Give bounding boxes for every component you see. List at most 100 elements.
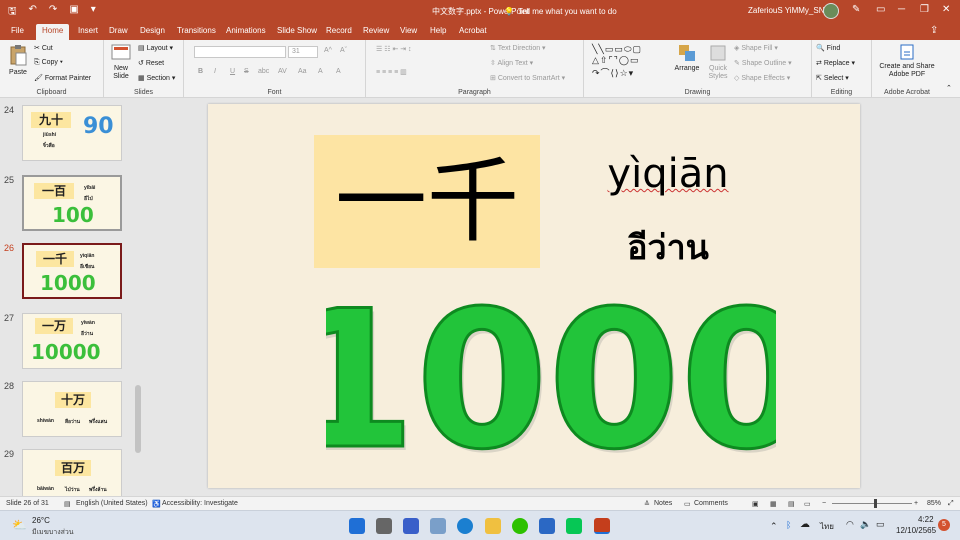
- tab-design[interactable]: Design: [140, 26, 165, 35]
- accessibility-icon[interactable]: ♿: [152, 500, 161, 508]
- slide-thumbnail[interactable]: 九十 jiǔshí จิ๋วสือ 90: [22, 105, 122, 161]
- battery-icon[interactable]: ▭: [876, 519, 885, 530]
- photos-app-icon[interactable]: [430, 518, 446, 534]
- shapes-gallery[interactable]: ╲╲▭▭⬭▢ △⇧⌜⌝◯▭ ↷⌒⟨⟩☆▾: [592, 44, 642, 79]
- layout-button[interactable]: ▤ Layout ▾: [138, 44, 173, 52]
- bullets-icon[interactable]: ☰ ☷ ⇤ ⇥ ↕: [376, 45, 412, 53]
- tab-insert[interactable]: Insert: [78, 26, 98, 35]
- find-button[interactable]: 🔍 Find: [816, 44, 840, 52]
- cut-button[interactable]: ✂ Cut: [34, 44, 53, 52]
- text-shadow-button[interactable]: abc: [258, 68, 269, 75]
- slide-sorter-icon[interactable]: ▦: [770, 500, 777, 508]
- account-name[interactable]: ZaferiouS YiMMy_SN: [748, 6, 824, 15]
- italic-button[interactable]: I: [214, 68, 216, 75]
- highlight-button[interactable]: A: [318, 68, 323, 75]
- thumbnail-row[interactable]: 25 一百 yībǎi อีไป่ 100: [0, 175, 140, 233]
- normal-view-icon[interactable]: ▣: [752, 500, 759, 508]
- minimize-button[interactable]: ─: [898, 4, 905, 15]
- tab-transitions[interactable]: Transitions: [177, 26, 216, 35]
- slideshow-icon[interactable]: ▭: [804, 500, 811, 508]
- select-button[interactable]: ⇱ Select ▾: [816, 74, 849, 82]
- wifi-icon[interactable]: ◠: [846, 519, 854, 530]
- line-app-icon[interactable]: [566, 518, 582, 534]
- reset-button[interactable]: ↺ Reset: [138, 59, 164, 67]
- share-icon[interactable]: ⇪: [930, 25, 938, 36]
- tell-me-box[interactable]: 💡 Tell me what you want to do: [504, 3, 617, 19]
- tab-file[interactable]: File: [11, 26, 24, 35]
- thumbnail-row[interactable]: 26 一千 yìqiān อีเชียน 1000: [0, 243, 140, 301]
- bold-button[interactable]: B: [198, 68, 203, 75]
- calendar-app-icon[interactable]: [403, 518, 419, 534]
- zoom-level[interactable]: 85%: [927, 500, 941, 507]
- notes-button[interactable]: Notes: [654, 500, 672, 507]
- tab-slide-show[interactable]: Slide Show: [277, 26, 317, 35]
- edge-icon[interactable]: [457, 518, 473, 534]
- wechat-icon[interactable]: [512, 518, 528, 534]
- fit-slide-icon[interactable]: ⤢: [948, 500, 954, 508]
- align-text-button[interactable]: ⇳ Align Text ▾: [490, 59, 533, 67]
- slide-thumbnail[interactable]: 一万 yīwàn อีว่าน 10000: [22, 313, 122, 369]
- tab-record[interactable]: Record: [326, 26, 352, 35]
- zoom-in-button[interactable]: +: [914, 500, 918, 507]
- zoom-slider[interactable]: [832, 503, 912, 504]
- customize-qat-icon[interactable]: ▾: [91, 4, 96, 21]
- convert-smartart-button[interactable]: ⊞ Convert to SmartArt ▾: [490, 74, 565, 82]
- file-explorer-icon[interactable]: [485, 518, 501, 534]
- avatar[interactable]: [823, 3, 839, 19]
- start-icon[interactable]: [349, 518, 365, 534]
- spelling-icon[interactable]: ▤: [64, 500, 71, 508]
- notification-badge[interactable]: 5: [938, 519, 950, 531]
- slide-thumbnail-current[interactable]: 一千 yìqiān อีเชียน 1000: [22, 243, 122, 299]
- tab-view[interactable]: View: [400, 26, 417, 35]
- collapse-ribbon-icon[interactable]: ⌃: [946, 84, 952, 92]
- number-graphic[interactable]: 1000 1000: [326, 300, 776, 460]
- font-color-button[interactable]: A: [336, 68, 341, 75]
- copy-button[interactable]: ⎘ Copy ▾: [34, 59, 63, 67]
- pen-icon[interactable]: ✎: [852, 4, 860, 15]
- tab-home[interactable]: Home: [36, 24, 70, 40]
- language-status[interactable]: English (United States): [76, 500, 148, 507]
- accessibility-status[interactable]: Accessibility: Investigate: [162, 500, 238, 507]
- thumbnail-row[interactable]: 24 九十 jiǔshí จิ๋วสือ 90: [0, 105, 140, 163]
- thai-text[interactable]: อีว่าน: [588, 220, 748, 274]
- zoom-out-button[interactable]: −: [822, 500, 826, 507]
- char-spacing-button[interactable]: AV: [278, 68, 287, 75]
- cloud-icon[interactable]: ☁: [800, 519, 810, 530]
- task-view-icon[interactable]: [376, 518, 392, 534]
- replace-button[interactable]: ⇄ Replace ▾: [816, 59, 855, 67]
- shape-effects-button[interactable]: ◇ Shape Effects ▾: [734, 74, 790, 82]
- volume-icon[interactable]: 🔈: [860, 519, 871, 530]
- thumbnail-scroll-thumb[interactable]: [135, 385, 141, 453]
- undo-icon[interactable]: ↶: [29, 4, 37, 21]
- bluetooth-icon[interactable]: ᛒ: [786, 520, 791, 530]
- arrange-button[interactable]: Arrange: [672, 44, 702, 73]
- powerpoint-taskbar-icon[interactable]: [594, 518, 610, 534]
- tab-review[interactable]: Review: [363, 26, 389, 35]
- grow-font-icon[interactable]: A^: [324, 47, 332, 54]
- paste-button[interactable]: Paste: [6, 44, 30, 77]
- shape-fill-button[interactable]: ◈ Shape Fill ▾: [734, 44, 778, 52]
- align-icons[interactable]: ≡ ≡ ≡ ≡ ▥: [376, 68, 407, 76]
- ribbon-display-icon[interactable]: ▭: [876, 4, 885, 15]
- new-slide-button[interactable]: New Slide: [108, 44, 134, 81]
- text-direction-button[interactable]: ⇅ Text Direction ▾: [490, 44, 546, 52]
- shape-outline-button[interactable]: ✎ Shape Outline ▾: [734, 59, 792, 67]
- slide-thumbnail[interactable]: 十万 shíwàn สือว่าน พรึ่งแสน: [22, 381, 122, 437]
- quick-styles-button[interactable]: Quick Styles: [704, 44, 732, 81]
- hanzi-text[interactable]: 一千: [314, 135, 540, 268]
- thumbnail-row[interactable]: 27 一万 yīwàn อีว่าน 10000: [0, 313, 140, 371]
- close-button[interactable]: ✕: [942, 4, 950, 15]
- tab-acrobat[interactable]: Acrobat: [459, 26, 487, 35]
- start-from-beginning-icon[interactable]: ▣: [69, 4, 78, 21]
- clock-time[interactable]: 4:22: [918, 515, 934, 524]
- zoom-slider-thumb[interactable]: [874, 499, 877, 508]
- section-button[interactable]: ▦ Section ▾: [138, 74, 175, 82]
- clock-date[interactable]: 12/10/2565: [896, 526, 936, 535]
- comments-button[interactable]: Comments: [694, 500, 728, 507]
- weather-icon[interactable]: ⛅: [12, 518, 27, 532]
- tab-draw[interactable]: Draw: [109, 26, 128, 35]
- thumbnail-row[interactable]: 28 十万 shíwàn สือว่าน พรึ่งแสน: [0, 381, 140, 439]
- slide-thumbnail[interactable]: 一百 yībǎi อีไป่ 100: [22, 175, 122, 231]
- font-name-field[interactable]: [194, 46, 286, 58]
- temperature[interactable]: 26°C: [32, 516, 50, 525]
